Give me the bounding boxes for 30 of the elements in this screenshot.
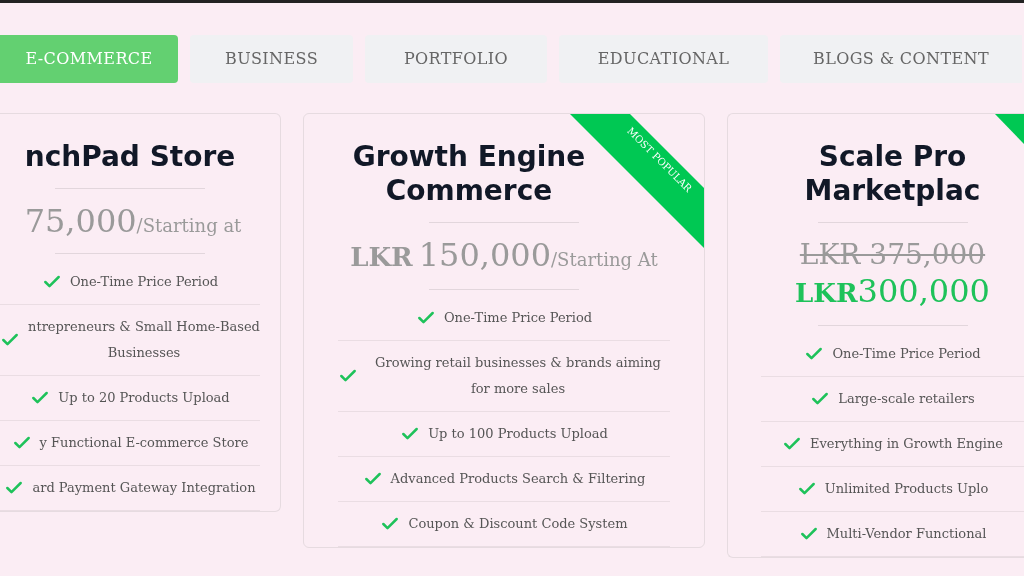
price-currency: LKR (795, 277, 858, 310)
feature-text: ntrepreneurs & Small Home-Based Businesses (28, 318, 260, 362)
plan-title: Growth Engine Commerce (351, 140, 587, 208)
feature-text: y Functional E-commerce Store (39, 434, 249, 452)
category-tab[interactable]: BLOGS & CONTENT (780, 35, 1022, 83)
price-period: /Starting At (551, 249, 658, 272)
feature-text: One-Time Price Period (443, 309, 593, 327)
price-amount: 150,000 (418, 237, 552, 273)
price-amount: 75,000 (24, 203, 137, 239)
feature-text: Unlimited Products Uplo (824, 480, 989, 498)
price-amount: 300,000 (857, 273, 990, 309)
plan-title: nchPad Store (24, 140, 236, 174)
feature-text: Multi-Vendor Functional (826, 525, 987, 543)
feature-text: One-Time Price Period (832, 345, 981, 363)
feature-text: One-Time Price Period (69, 273, 219, 291)
price-period: /Starting at (136, 215, 242, 238)
feature-text: Advanced Products Search & Filtering (390, 470, 646, 488)
plan-title: Scale Pro Marketplac (803, 140, 982, 208)
category-tab[interactable]: BUSINESS (190, 35, 353, 83)
feature-text: Growing retail businesses & brands aiming for more sales (374, 354, 662, 398)
feature-text: ard Payment Gateway Integration (32, 479, 256, 497)
price-currency: LKR (350, 241, 413, 274)
feature-text: Up to 100 Products Upload (428, 425, 608, 443)
feature-text: Large-scale retailers (838, 390, 975, 408)
old-price: LKR 375,000 (799, 237, 986, 273)
feature-text: Up to 20 Products Upload (58, 389, 230, 407)
category-tab[interactable]: PORTFOLIO (365, 35, 547, 83)
feature-text: Everything in Growth Engine (810, 435, 1003, 453)
category-tab[interactable]: EDUCATIONAL (559, 35, 768, 83)
feature-text: Coupon & Discount Code System (408, 515, 628, 533)
